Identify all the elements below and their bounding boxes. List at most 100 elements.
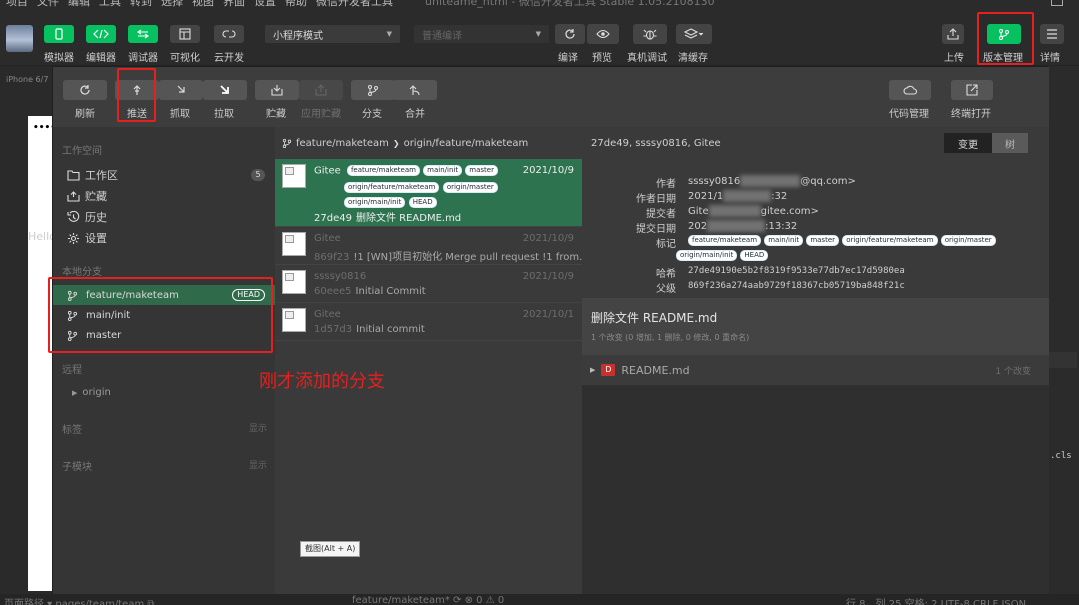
sidebar-item-label: 贮藏 — [85, 190, 107, 203]
pull-button[interactable] — [203, 80, 247, 100]
stash-button[interactable] — [255, 80, 299, 100]
commit-message: 60eee5 Initial Commit — [314, 286, 426, 297]
eye-icon — [596, 29, 610, 39]
avatar[interactable] — [6, 25, 33, 52]
redacted-email — [708, 205, 761, 217]
menu-item[interactable]: 设置 — [254, 0, 276, 8]
sidebar-item-label: 设置 — [85, 232, 107, 245]
menu-item[interactable]: 文件 — [37, 0, 59, 8]
vm-sidebar: 工作空间 工作区 5 贮藏 历史 设置 本地分支 feature/maketea… — [53, 127, 275, 597]
debugger-label: 调试器 — [128, 53, 158, 64]
debugger-toggle-button[interactable] — [128, 25, 158, 43]
phone-icon — [55, 28, 63, 40]
stash-box-icon — [67, 190, 80, 202]
submodules-show-link[interactable]: 显示 — [249, 458, 267, 471]
author-avatar — [282, 232, 306, 256]
sidebar-item-label: 历史 — [85, 211, 107, 224]
stash-icon — [271, 85, 283, 96]
commit-hash: 60eee5 — [314, 286, 352, 297]
tab-changes[interactable]: 变更 — [944, 133, 992, 153]
details-button[interactable] — [1040, 24, 1064, 44]
menu-item[interactable]: 帮助 — [285, 0, 307, 8]
parent-value[interactable]: 869f236a274aab9729f18367cb05719ba848f21c — [688, 281, 905, 291]
menu-item[interactable]: 视图 — [192, 0, 214, 8]
ref-tag: feature/maketeam — [346, 165, 420, 176]
ref-tag: origin/main/init — [676, 250, 738, 261]
commit-row[interactable]: ssssy0816 2021/10/9 60eee5 Initial Commit — [275, 265, 582, 303]
hash-value[interactable]: 27de49190e5b2f8319f9533e77db7ec17d5980ea — [688, 266, 905, 276]
cloud-dev-button[interactable] — [214, 25, 244, 43]
parent-label: 父级 — [656, 284, 676, 295]
fetch-icon — [177, 85, 185, 93]
changed-file-row[interactable]: ▶ D README.md 1 个改变 — [582, 355, 1049, 385]
author-avatar — [282, 308, 306, 332]
merge-button[interactable] — [393, 80, 437, 100]
menu-item[interactable]: 转到 — [130, 0, 152, 8]
change-stats: 1 个改变 (0 增加, 1 删除, 0 修改, 0 重命名) — [591, 333, 750, 342]
code-manage-button[interactable] — [889, 80, 931, 100]
tags-show-link[interactable]: 显示 — [249, 421, 267, 434]
branch-button[interactable] — [351, 80, 395, 100]
layers-icon — [684, 28, 704, 39]
commit-message-text: 删除文件 README.md — [355, 213, 462, 224]
device-debug-button[interactable] — [633, 24, 667, 44]
history-icon — [67, 211, 80, 222]
tab-tree[interactable]: 树 — [992, 133, 1028, 153]
menu-bar: 项目 文件 编辑 工具 转到 选择 视图 界面 设置 帮助 微信开发者工具 un… — [0, 0, 1079, 8]
menu-icon — [1047, 29, 1057, 39]
cloud-icon — [903, 85, 917, 95]
menu-item[interactable]: 界面 — [223, 0, 245, 8]
changed-files-panel: ▶ D README.md 1 个改变 — [582, 355, 1049, 597]
commit-detail-panel: 27de49, ssssy0816, Gitee 变更 树 作者 ssssy08… — [582, 127, 1049, 597]
sidebar-item-workspace[interactable]: 工作区 — [67, 167, 118, 183]
branch-label: 分支 — [362, 109, 382, 120]
compile-select-value: 普通编译 — [422, 30, 462, 42]
ref-tag: origin/feature/maketeam — [842, 235, 938, 246]
simulator-toggle-button[interactable] — [44, 25, 74, 43]
page-path[interactable]: 页面路径 ▾ pages/team/team ⧉ — [4, 595, 155, 605]
sidebar-item-settings[interactable]: 设置 — [67, 230, 107, 246]
sidebar-item-stash[interactable]: 贮藏 — [67, 188, 107, 204]
remote-origin-item[interactable]: ▶ origin — [72, 387, 111, 398]
visual-toggle-button[interactable] — [170, 25, 200, 43]
terminal-icon — [966, 84, 978, 96]
commit-hash: 869f23 — [314, 252, 350, 263]
compile-select[interactable]: 普通编译 ▼ — [414, 25, 549, 43]
sidebar-item-history[interactable]: 历史 — [67, 209, 107, 225]
git-status[interactable]: feature/maketeam* ⟳ ⊗ 0 ⚠ 0 — [352, 595, 504, 605]
menu-item[interactable]: 选择 — [161, 0, 183, 8]
clear-cache-button[interactable] — [676, 24, 712, 44]
remote-origin-label: origin — [82, 387, 111, 398]
upload-button[interactable] — [942, 24, 964, 44]
device-debug-label: 真机调试 — [627, 53, 667, 64]
fetch-button[interactable] — [159, 80, 203, 100]
push-highlight-box — [117, 68, 156, 122]
commit-row[interactable]: Gitee 2021/10/9 869f23 !1 [WN]项目初始化 Merge… — [275, 227, 589, 265]
refresh-button[interactable] — [63, 80, 107, 100]
ref-tag: feature/maketeam — [688, 235, 762, 246]
ref-tags-row2: origin/feature/maketeam origin/master — [344, 180, 498, 193]
preview-button[interactable] — [587, 24, 619, 44]
menu-item[interactable]: 工具 — [99, 0, 121, 8]
terminal-open-button[interactable] — [951, 80, 993, 100]
simulator-screen[interactable]: ••••• — [28, 116, 62, 591]
maximize-button[interactable] — [1051, 0, 1063, 6]
caret-right-icon: ▶ — [72, 388, 78, 397]
compile-button[interactable] — [555, 24, 585, 44]
caret-down-icon: ▼ — [386, 30, 392, 38]
mode-select[interactable]: 小程序模式 ▼ — [265, 25, 400, 43]
commit-author-name: Gitee — [314, 165, 341, 177]
commit-row[interactable]: Gitee 2021/10/1 1d57d3 Initial commit — [275, 303, 582, 341]
menu-item[interactable]: 微信开发者工具 — [316, 0, 393, 8]
menu-item[interactable]: 项目 — [6, 0, 28, 8]
editor-status: 行 8，列 25 空格: 2 UTF-8 CRLF JSON — [846, 599, 1027, 605]
committer-name: Gite — [688, 206, 709, 217]
commit-date-tail: :13:32 — [765, 221, 798, 232]
editor-toggle-button[interactable] — [86, 25, 116, 43]
commit-row[interactable]: Gitee feature/maketeam main/init master … — [275, 159, 582, 227]
menu-item[interactable]: 编辑 — [68, 0, 90, 8]
remote-section-title: 远程 — [62, 365, 82, 376]
commit-summary: 删除文件 README.md 1 个改变 (0 增加, 1 删除, 0 修改, … — [582, 298, 1049, 355]
apply-stash-button[interactable] — [299, 80, 343, 100]
right-panel-tabs[interactable] — [1049, 352, 1077, 368]
